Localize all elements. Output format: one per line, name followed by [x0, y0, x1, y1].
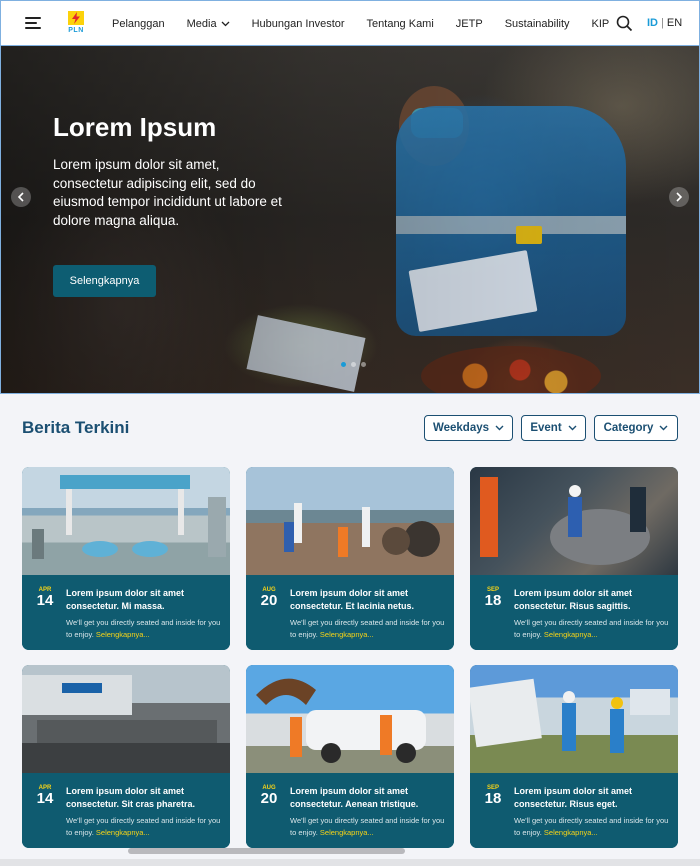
news-card[interactable]: SEP 18 Lorem ipsum dolor sit amet consec…	[470, 665, 678, 848]
news-card-body: AUG 20 Lorem ipsum dolor sit amet consec…	[246, 575, 454, 650]
chevron-right-icon[interactable]	[669, 187, 689, 207]
news-card[interactable]: APR 14 Lorem ipsum dolor sit amet consec…	[22, 467, 230, 650]
news-card[interactable]: AUG 20 Lorem ipsum dolor sit amet consec…	[246, 665, 454, 848]
hero-description: Lorem ipsum dolor sit amet, consectetur …	[53, 157, 282, 228]
news-card-body: APR 14 Lorem ipsum dolor sit amet consec…	[22, 773, 230, 848]
news-card-excerpt: We'll get you directly seated and inside…	[290, 815, 450, 838]
date-day: 14	[36, 592, 54, 609]
filter-category[interactable]: Category	[594, 415, 678, 441]
chevron-down-icon	[221, 18, 230, 30]
news-card-excerpt: We'll get you directly seated and inside…	[514, 617, 674, 640]
news-card-date: APR 14	[34, 587, 56, 609]
news-card-date: AUG 20	[258, 587, 280, 609]
nav-label: Tentang Kami	[366, 18, 434, 30]
news-card-title: Lorem ipsum dolor sit amet consectetur. …	[66, 588, 185, 611]
language-switcher: ID | EN	[647, 17, 682, 29]
nav-label: JETP	[455, 18, 483, 30]
site-header: PLN Pelanggan Media Hubungan Investor Te…	[0, 0, 700, 46]
news-card-image	[22, 467, 230, 575]
pln-logo-text: PLN	[68, 27, 84, 34]
filter-event[interactable]: Event	[521, 415, 586, 441]
news-card-title: Lorem ipsum dolor sit amet consectetur. …	[514, 588, 633, 611]
news-card-excerpt: We'll get you directly seated and inside…	[66, 815, 226, 838]
hamburger-menu-icon[interactable]	[25, 17, 41, 29]
hero-cta-button[interactable]: Selengkapnya	[53, 265, 156, 297]
news-card-title: Lorem ipsum dolor sit amet consectetur. …	[66, 786, 196, 809]
nav-item-media[interactable]: Media	[187, 18, 230, 30]
read-more-link[interactable]: Selengkapnya...	[544, 828, 598, 837]
read-more-link[interactable]: Selengkapnya...	[320, 828, 374, 837]
news-card-body: AUG 20 Lorem ipsum dolor sit amet consec…	[246, 773, 454, 848]
news-card[interactable]: SEP 18 Lorem ipsum dolor sit amet consec…	[470, 467, 678, 650]
lang-id[interactable]: ID	[647, 17, 658, 29]
horizontal-scrollbar[interactable]	[128, 848, 405, 854]
nav-label: Hubungan Investor	[251, 18, 345, 30]
date-day: 20	[260, 592, 278, 609]
chevron-down-icon	[659, 422, 668, 434]
news-card[interactable]: APR 14 Lorem ipsum dolor sit amet consec…	[22, 665, 230, 848]
hero-banner: Lorem Ipsum Lorem ipsum dolor sit amet, …	[0, 46, 700, 394]
read-more-link[interactable]: Selengkapnya...	[544, 630, 598, 639]
news-card-excerpt: We'll get you directly seated and inside…	[514, 815, 674, 838]
filter-label: Event	[530, 422, 562, 434]
date-day: 18	[484, 790, 502, 807]
news-card-body: APR 14 Lorem ipsum dolor sit amet consec…	[22, 575, 230, 650]
nav-item-hubungan-investor[interactable]: Hubungan Investor	[252, 18, 345, 30]
nav-item-sustainability[interactable]: Sustainability	[505, 18, 570, 30]
pln-logo-mark	[68, 11, 84, 25]
lang-en[interactable]: EN	[667, 17, 682, 29]
date-day: 20	[260, 790, 278, 807]
carousel-dot[interactable]	[351, 362, 356, 367]
filter-label: Weekdays	[432, 422, 490, 434]
news-card-image	[22, 665, 230, 773]
nav-item-pelanggan[interactable]: Pelanggan	[112, 18, 165, 30]
news-card-excerpt: We'll get you directly seated and inside…	[66, 617, 226, 640]
date-day: 18	[484, 592, 502, 609]
nav-item-tentang-kami[interactable]: Tentang Kami	[367, 18, 434, 30]
nav-label: Media	[186, 18, 217, 30]
news-card-title: Lorem ipsum dolor sit amet consectetur. …	[514, 786, 633, 809]
hero-title: Lorem Ipsum	[53, 112, 217, 142]
news-card-date: SEP 18	[482, 785, 504, 807]
news-card-title: Lorem ipsum dolor sit amet consectetur. …	[290, 588, 415, 611]
chevron-down-icon	[495, 422, 504, 434]
news-card[interactable]: AUG 20 Lorem ipsum dolor sit amet consec…	[246, 467, 454, 650]
lang-separator: |	[661, 17, 664, 29]
carousel-dots	[341, 362, 366, 367]
nav-label: Sustainability	[504, 18, 570, 30]
carousel-dot[interactable]	[341, 362, 346, 367]
carousel-dot[interactable]	[361, 362, 366, 367]
chevron-left-icon[interactable]	[11, 187, 31, 207]
news-card-body: SEP 18 Lorem ipsum dolor sit amet consec…	[470, 575, 678, 650]
main-nav: Pelanggan Media Hubungan Investor Tentan…	[112, 1, 609, 47]
news-card-title: Lorem ipsum dolor sit amet consectetur. …	[290, 786, 419, 809]
nav-label: KIP	[591, 18, 610, 30]
news-card-body: SEP 18 Lorem ipsum dolor sit amet consec…	[470, 773, 678, 848]
news-card-image	[470, 467, 678, 575]
news-card-image	[246, 665, 454, 773]
nav-item-jetp[interactable]: JETP	[456, 18, 483, 30]
search-icon[interactable]	[616, 15, 633, 32]
nav-item-kip[interactable]: KIP	[592, 18, 610, 30]
read-more-link[interactable]: Selengkapnya...	[96, 630, 150, 639]
news-card-date: APR 14	[34, 785, 56, 807]
date-day: 14	[36, 790, 54, 807]
news-card-image	[470, 665, 678, 773]
page-bottom-edge	[0, 859, 700, 866]
chevron-down-icon	[568, 422, 577, 434]
filter-label: Category	[603, 422, 654, 434]
news-card-date: SEP 18	[482, 587, 504, 609]
filter-weekdays[interactable]: Weekdays	[424, 415, 513, 441]
read-more-link[interactable]: Selengkapnya...	[320, 630, 374, 639]
news-card-image	[246, 467, 454, 575]
nav-label: Pelanggan	[112, 18, 165, 30]
news-card-excerpt: We'll get you directly seated and inside…	[290, 617, 450, 640]
read-more-link[interactable]: Selengkapnya...	[96, 828, 150, 837]
pln-logo[interactable]: PLN	[67, 11, 85, 37]
news-card-date: AUG 20	[258, 785, 280, 807]
news-section-title: Berita Terkini	[22, 418, 130, 437]
